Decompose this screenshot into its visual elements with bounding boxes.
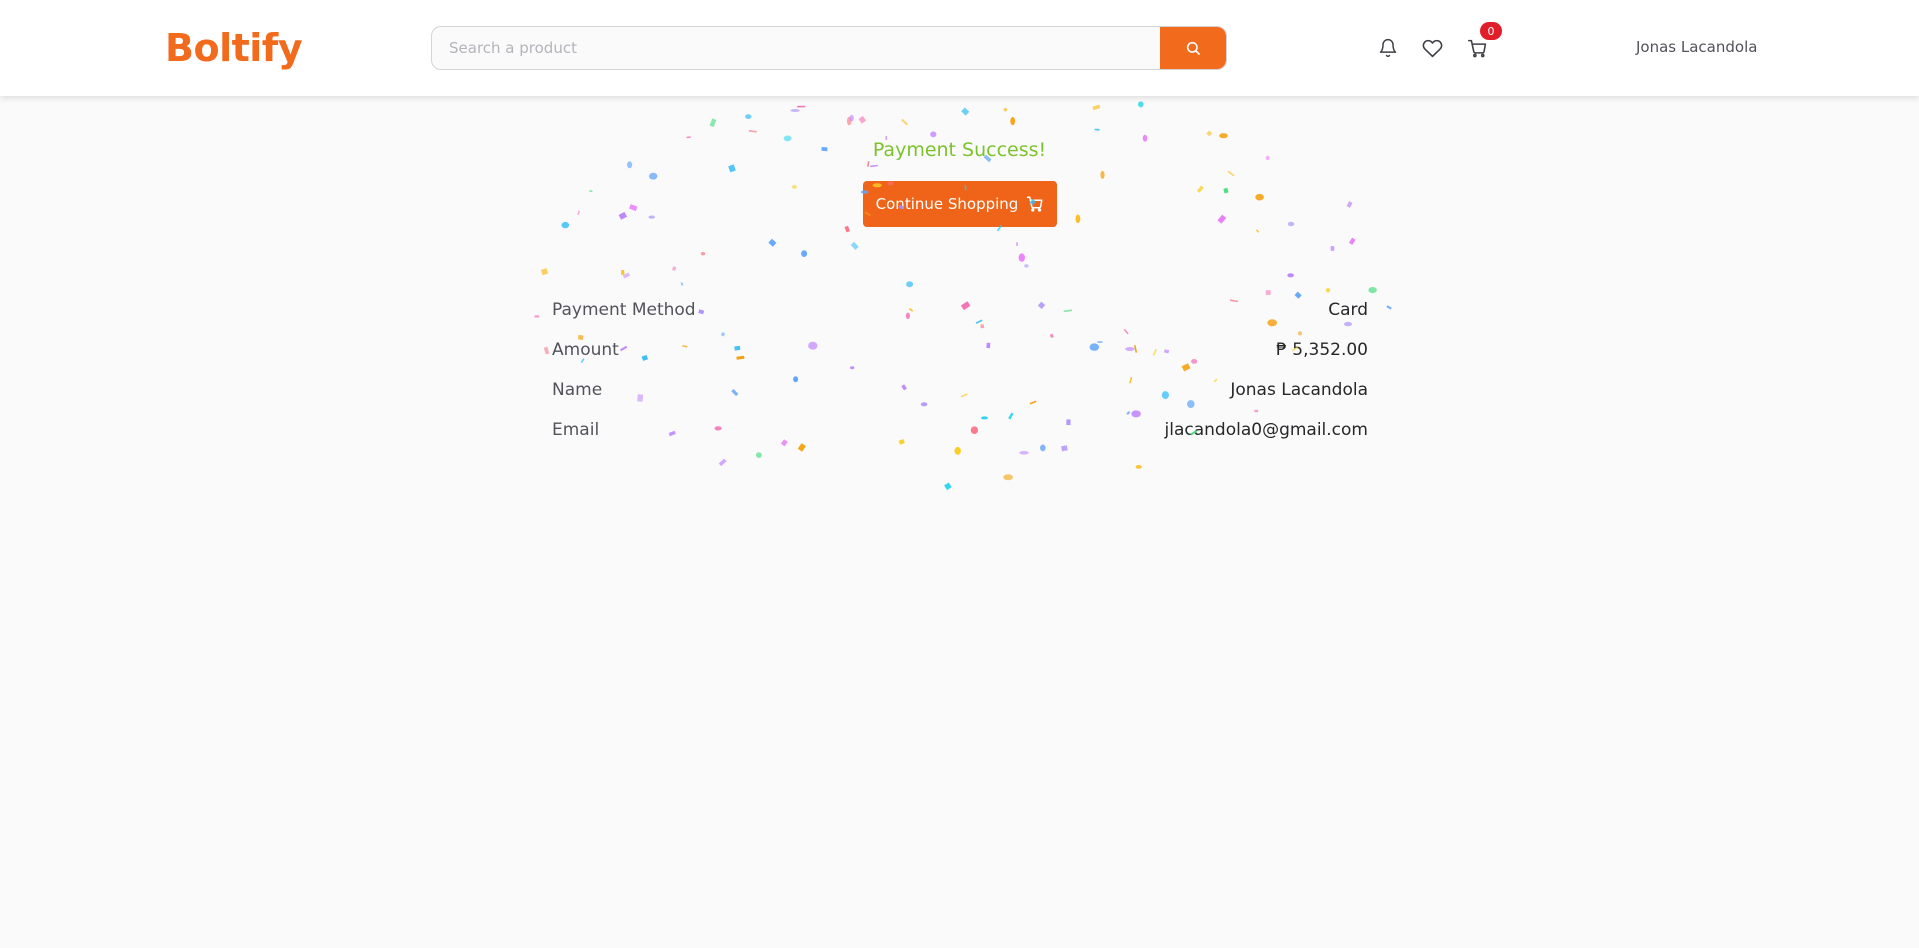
detail-label: Name <box>552 380 603 400</box>
confetti-piece <box>790 109 800 112</box>
confetti-piece <box>700 252 706 256</box>
confetti-piece <box>543 346 550 355</box>
heart-icon <box>1422 39 1442 57</box>
confetti-piece <box>534 315 540 318</box>
confetti-piece <box>1003 107 1008 112</box>
confetti-piece <box>930 131 937 138</box>
confetti-piece <box>1019 451 1029 455</box>
search-bar <box>431 26 1227 70</box>
confetti-piece <box>1206 130 1213 137</box>
confetti-piece <box>844 225 850 233</box>
confetti-piece <box>1330 246 1335 251</box>
brand-logo[interactable]: Boltify <box>165 26 303 70</box>
confetti-piece <box>961 107 970 116</box>
detail-row-email: Email jlacandola0@gmail.com <box>552 410 1368 450</box>
confetti-piece <box>561 221 570 229</box>
confetti-piece <box>1386 305 1392 310</box>
detail-value: Jonas Lacandola <box>1230 380 1368 400</box>
confetti-piece <box>906 281 914 288</box>
detail-row-name: Name Jonas Lacandola <box>552 370 1368 410</box>
confetti-piece <box>756 452 762 458</box>
confetti-piece <box>867 161 870 167</box>
confetti-piece <box>849 114 854 122</box>
payment-details: Payment Method Card Amount ₱ 5,352.00 Na… <box>552 290 1368 450</box>
confetti-piece <box>1196 185 1204 193</box>
wishlist-button[interactable] <box>1420 36 1444 60</box>
confetti-piece <box>1287 273 1294 278</box>
confetti-piece <box>1217 214 1227 224</box>
search-input[interactable] <box>432 27 1160 69</box>
detail-label: Amount <box>552 340 619 360</box>
confetti-piece <box>858 115 867 124</box>
confetti-piece <box>801 250 808 257</box>
detail-value: Card <box>1328 300 1368 320</box>
confetti-piece <box>618 211 627 220</box>
confetti-piece <box>672 266 677 271</box>
bell-icon <box>1379 38 1397 58</box>
confetti-piece <box>745 114 752 119</box>
confetti-piece <box>1138 101 1144 108</box>
confetti-piece <box>718 458 727 467</box>
detail-row-payment-method: Payment Method Card <box>552 290 1368 330</box>
confetti-piece <box>1092 104 1101 111</box>
confetti-piece <box>768 238 777 247</box>
confetti-piece <box>1100 170 1105 179</box>
confetti-piece <box>648 215 655 219</box>
search-icon <box>1186 41 1200 55</box>
confetti-piece <box>649 172 658 180</box>
confetti-piece <box>1015 242 1019 247</box>
confetti-piece <box>728 164 736 173</box>
search-button[interactable] <box>1160 27 1226 69</box>
confetti-piece <box>1018 253 1025 262</box>
confetti-piece <box>622 272 631 279</box>
notifications-button[interactable] <box>1376 36 1400 60</box>
detail-label: Payment Method <box>552 300 696 320</box>
confetti-piece <box>709 118 717 128</box>
confetti-piece <box>944 482 952 491</box>
confetti-piece <box>901 118 909 126</box>
confetti-piece <box>850 241 859 250</box>
confetti-piece <box>792 184 797 189</box>
confetti-piece <box>1075 214 1081 224</box>
confetti-piece <box>748 130 757 133</box>
confetti-piece <box>680 282 684 286</box>
confetti-piece <box>589 189 593 193</box>
confetti-piece <box>870 164 878 168</box>
confetti-piece <box>1346 201 1353 208</box>
confetti-piece <box>1024 264 1029 268</box>
confetti-piece <box>1003 474 1013 481</box>
confetti-piece <box>846 116 852 126</box>
confetti-piece <box>577 210 581 216</box>
cart-count-badge: 0 <box>1480 22 1502 40</box>
continue-shopping-button[interactable]: Continue Shopping <box>863 181 1057 227</box>
cart-icon <box>1027 196 1043 212</box>
confetti-piece <box>1255 229 1260 233</box>
confetti-piece <box>1223 187 1229 194</box>
confetti-piece <box>1368 287 1377 294</box>
top-navbar: Boltify 0 Jonas Lacandola <box>0 0 1919 96</box>
confetti-piece <box>1135 465 1142 469</box>
user-menu[interactable]: Jonas Lacandola <box>1636 38 1757 56</box>
confetti-piece <box>1227 170 1235 177</box>
detail-value: ₱ 5,352.00 <box>1276 340 1368 360</box>
confetti-piece <box>1219 133 1228 139</box>
payment-status-title: Payment Success! <box>872 139 1047 161</box>
cart-icon <box>1467 39 1486 57</box>
confetti-piece <box>629 204 638 212</box>
confetti-piece <box>1348 237 1356 245</box>
detail-value: jlacandola0@gmail.com <box>1164 420 1368 440</box>
confetti-piece <box>1010 117 1016 126</box>
confetti-piece <box>540 268 549 276</box>
detail-label: Email <box>552 420 600 440</box>
confetti-piece <box>1287 221 1295 227</box>
detail-row-amount: Amount ₱ 5,352.00 <box>552 330 1368 370</box>
confetti-piece <box>627 161 633 169</box>
confetti-piece <box>620 270 625 276</box>
confetti-piece <box>1255 193 1264 201</box>
continue-shopping-label: Continue Shopping <box>875 195 1019 213</box>
